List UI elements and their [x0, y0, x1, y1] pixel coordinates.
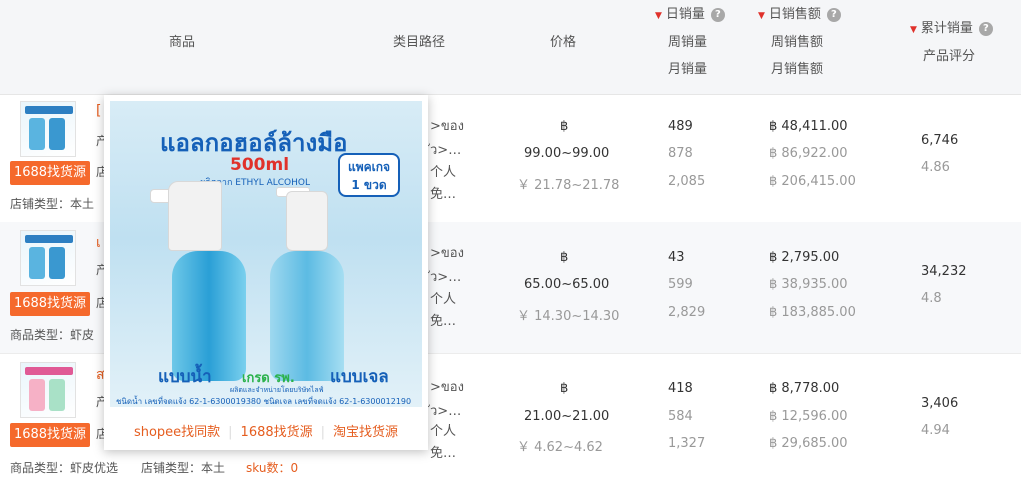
category-path-line: ัว>…	[430, 404, 462, 419]
header-category-path: 类目路径	[393, 35, 446, 50]
spray-bottle-shape	[172, 251, 246, 381]
product-type: 商品类型：虾皮优选	[10, 461, 119, 475]
header-daily-revenue-label: 日销售额	[768, 7, 821, 22]
category-path-line: 免…	[430, 314, 457, 329]
price-cny: ￥ 21.78~21.78	[517, 178, 620, 193]
sort-desc-icon: ▼	[655, 11, 662, 21]
header-weekly-revenue: 周销售额	[771, 35, 824, 50]
price-thb: 99.00~99.00	[524, 146, 610, 161]
header-product: 商品	[169, 35, 196, 50]
category-path-line: ัว>…	[430, 270, 462, 285]
product-thumbnail[interactable]	[20, 362, 76, 418]
image-label-gel: แบบเจล	[330, 367, 389, 387]
header-total-sales-label: 累计销量	[920, 21, 973, 36]
total-sales: 6,746	[921, 133, 959, 148]
product-type: 商品类型：虾皮	[10, 328, 95, 342]
product-title[interactable]: [	[96, 103, 101, 119]
find-source-1688-button[interactable]: 1688找货源	[10, 292, 90, 316]
monthly-revenue: ฿ 29,685.00	[769, 436, 848, 451]
image-volume: 500ml	[230, 155, 290, 175]
weekly-sales: 878	[668, 146, 693, 161]
shop-type: 店铺类型：本土	[141, 461, 226, 475]
daily-revenue: ฿ 2,795.00	[769, 250, 840, 265]
total-sales: 3,406	[921, 396, 959, 411]
image-label-liquid: แบบน้ำ	[158, 367, 212, 387]
monthly-sales: 2,829	[668, 305, 706, 320]
price-cny: ￥ 4.62~4.62	[517, 440, 603, 455]
category-path-line: 个人	[430, 424, 457, 439]
daily-sales: 418	[668, 381, 693, 396]
find-source-1688-button[interactable]: 1688找货源	[10, 161, 90, 185]
daily-sales: 43	[668, 250, 685, 265]
rating: 4.94	[921, 423, 950, 438]
rating: 4.8	[921, 291, 942, 306]
category-path-line: 免…	[430, 446, 457, 461]
taobao-find-source-link[interactable]: 淘宝找货源	[333, 425, 398, 440]
help-icon[interactable]: ?	[978, 22, 993, 36]
weekly-sales: 599	[668, 277, 693, 292]
shop-type: 店铺类型：本土	[10, 197, 95, 211]
help-icon[interactable]: ?	[710, 8, 725, 22]
price-thb: 21.00~21.00	[524, 409, 610, 424]
header-monthly-sales: 月销量	[668, 62, 708, 77]
header-total-sales[interactable]: ▼ 累计销量?	[910, 15, 993, 44]
sku-count: sku数：0	[246, 461, 299, 475]
image-reg-numbers: ชนิดน้ำ เลขที่จดแจ้ง 62-1-6300019380 ชนิ…	[116, 397, 412, 406]
header-rating: 产品评分	[923, 49, 976, 64]
header-monthly-revenue: 月销售额	[771, 62, 824, 77]
link-divider: |	[320, 425, 326, 440]
daily-revenue: ฿ 48,411.00	[769, 119, 848, 134]
monthly-revenue: ฿ 183,885.00	[769, 305, 856, 320]
monthly-sales: 2,085	[668, 174, 706, 189]
find-source-1688-button[interactable]: 1688找货源	[10, 423, 90, 447]
price-currency: ฿	[560, 250, 569, 265]
shopee-find-same-link[interactable]: shopee找同款	[134, 425, 220, 440]
price-cny: ￥ 14.30~14.30	[517, 309, 620, 324]
gel-bottle-shape	[270, 251, 344, 381]
total-sales: 34,232	[921, 264, 967, 279]
category-path-line: >ของ	[430, 119, 464, 134]
weekly-sales: 584	[668, 409, 693, 424]
pump-head-shape	[286, 191, 328, 251]
link-divider: |	[228, 425, 233, 440]
weekly-revenue: ฿ 86,922.00	[769, 146, 848, 161]
header-price: 价格	[550, 35, 577, 50]
header-daily-sales[interactable]: ▼ 日销量?	[655, 1, 725, 30]
popup-link-bar: shopee找同款 | 1688找货源 | 淘宝找货源	[104, 421, 428, 440]
find-source-1688-link[interactable]: 1688找货源	[241, 425, 313, 440]
category-path-line: >ของ	[430, 246, 464, 261]
spray-trigger-shape	[168, 181, 222, 251]
rating: 4.86	[921, 160, 950, 175]
help-icon[interactable]: ?	[826, 8, 841, 22]
monthly-sales: 1,327	[668, 436, 706, 451]
category-path-line: 个人	[430, 292, 457, 307]
header-daily-sales-label: 日销量	[665, 7, 705, 22]
product-image-popup: แอลกอฮอล์ล้างมือ 500ml ผลิตจาก ETHYL ALC…	[104, 95, 428, 450]
category-path-line: 免…	[430, 187, 457, 202]
category-path-line: ัว>…	[430, 143, 462, 158]
image-pack-badge: แพคเกจ 1 ขวด	[338, 153, 400, 197]
price-currency: ฿	[560, 119, 569, 134]
product-title[interactable]: เ	[96, 232, 101, 254]
table-header: 商品 类目路径 价格 ▼ 日销量? 周销量 月销量 ▼ 日销售额? 周销售额 月销售…	[0, 0, 1021, 95]
category-path-line: 个人	[430, 165, 457, 180]
price-thb: 65.00~65.00	[524, 277, 610, 292]
product-thumbnail[interactable]	[20, 230, 76, 286]
header-daily-revenue[interactable]: ▼ 日销售额?	[758, 1, 841, 30]
daily-revenue: ฿ 8,778.00	[769, 381, 840, 396]
pack-line-1: แพคเกจ	[347, 160, 391, 174]
pack-line-2: 1 ขวด	[351, 178, 387, 192]
weekly-revenue: ฿ 38,935.00	[769, 277, 848, 292]
price-currency: ฿	[560, 381, 569, 396]
product-image-large: แอลกอฮอล์ล้างมือ 500ml ผลิตจาก ETHYL ALC…	[110, 101, 422, 407]
sort-desc-icon: ▼	[758, 11, 765, 21]
monthly-revenue: ฿ 206,415.00	[769, 174, 856, 189]
header-weekly-sales: 周销量	[668, 35, 708, 50]
category-path-line: >ของ	[430, 380, 464, 395]
sort-desc-icon: ▼	[910, 25, 917, 35]
product-thumbnail[interactable]	[20, 101, 76, 157]
daily-sales: 489	[668, 119, 693, 134]
weekly-revenue: ฿ 12,596.00	[769, 409, 848, 424]
